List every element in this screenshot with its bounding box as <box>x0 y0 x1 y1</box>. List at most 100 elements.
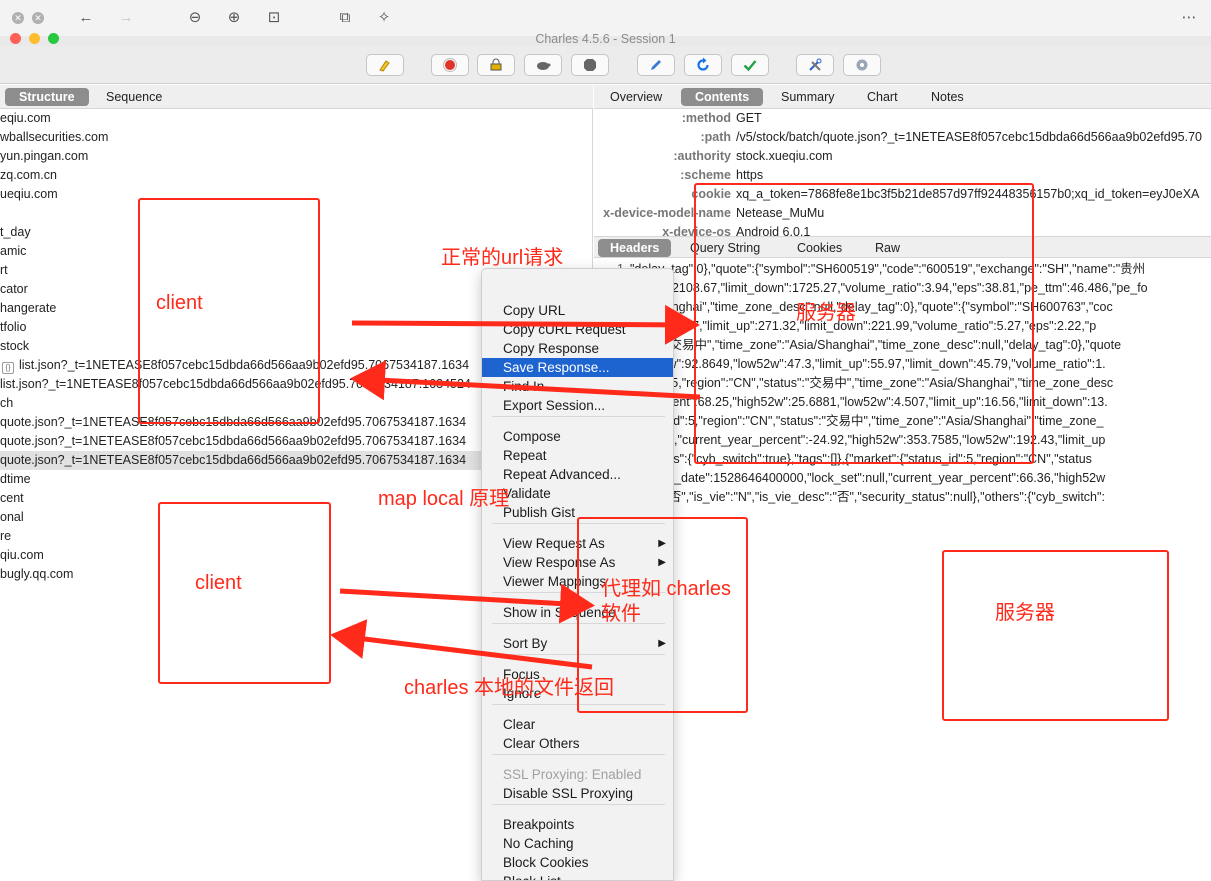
client-label-top: client <box>156 292 203 314</box>
window-title: Charles 4.5.6 - Session 1 <box>535 32 676 44</box>
turtle-icon[interactable] <box>524 54 562 76</box>
menu-item[interactable]: Repeat <box>482 446 673 465</box>
left-tab-bar: Structure Sequence <box>0 85 593 109</box>
rotate-icon[interactable]: ⧉ <box>336 9 354 27</box>
menu-item-label: Compose <box>503 429 561 444</box>
right-tab-bar: Overview Contents Summary Chart Notes <box>594 85 1211 109</box>
header-row[interactable]: :authority stock.xueqiu.com <box>594 147 1211 166</box>
menu-item[interactable]: Find In <box>482 377 673 396</box>
proxy-label-line2: 软件 <box>601 603 641 625</box>
close-icon[interactable]: ✕ <box>32 12 44 24</box>
tree-row[interactable]: yun.pingan.com <box>0 147 593 166</box>
header-row[interactable]: :method GET <box>594 109 1211 128</box>
tree-row-label: re <box>0 529 12 543</box>
json-file-icon: {} <box>2 362 14 374</box>
check-icon[interactable] <box>731 54 769 76</box>
menu-item[interactable]: Copy URL <box>482 301 673 320</box>
menu-item-label: Block Cookies <box>503 855 589 870</box>
tree-row[interactable]: zq.com.cn <box>0 166 593 185</box>
menu-item[interactable]: Block Cookies <box>482 853 673 872</box>
menu-item: SSL Proxying: Enabled <box>482 765 673 784</box>
throttle-icon[interactable] <box>477 54 515 76</box>
map-local-label: map local 原理 <box>378 488 510 510</box>
menu-item-label: SSL Proxying: Enabled <box>503 767 642 782</box>
tree-row-label: ueqiu.com <box>0 187 58 201</box>
tree-row-label: cator <box>0 282 28 296</box>
client-label-bottom: client <box>195 572 242 594</box>
more-icon[interactable]: ⋯ <box>1180 9 1198 27</box>
charles-local-label: charles 本地的文件返回 <box>404 677 615 699</box>
header-value: /v5/stock/batch/quote.json?_t=1NETEASE8f… <box>736 130 1202 144</box>
back-arrow-icon[interactable]: ← <box>77 9 95 27</box>
viewer-toolbar: ✕ ✕ ← → ⊖ ⊕ ⊡ ⧉ ✧ ⋯ <box>0 0 1211 36</box>
menu-item[interactable]: Clear Others <box>482 734 673 753</box>
tab-summary[interactable]: Summary <box>767 88 848 106</box>
header-value: stock.xueqiu.com <box>736 149 833 163</box>
magic-wand-icon[interactable]: ✧ <box>375 9 393 27</box>
zoom-out-icon[interactable]: ⊖ <box>186 9 204 27</box>
tab-contents[interactable]: Contents <box>681 88 764 106</box>
client-box-bottom <box>158 502 331 684</box>
menu-item[interactable]: Disable SSL Proxying <box>482 784 673 803</box>
tree-row-label: bugly.qq.com <box>0 567 74 581</box>
menu-item-label: Validate <box>503 486 551 501</box>
forward-arrow-icon[interactable]: → <box>117 9 135 27</box>
gear-icon[interactable] <box>843 54 881 76</box>
tab-structure[interactable]: Structure <box>5 88 89 106</box>
menu-separator <box>492 754 665 755</box>
charles-toolbar <box>0 46 1211 84</box>
menu-item[interactable]: Clear <box>482 715 673 734</box>
tree-row-label: stock <box>0 339 30 353</box>
body-text: 2,"issue_date":1528646400000,"lock_set":… <box>630 471 1106 485</box>
close-icon[interactable]: ✕ <box>12 12 24 24</box>
tree-row-label: yun.pingan.com <box>0 149 89 163</box>
tab-sequence[interactable]: Sequence <box>92 88 176 106</box>
tree-row-label: ch <box>0 396 14 410</box>
tree-row-label: t_day <box>0 225 31 239</box>
tools-icon[interactable] <box>796 54 834 76</box>
tree-row-label: quote.json?_t=1NETEASE8f057cebc15dbda66d… <box>0 453 467 467</box>
menu-item[interactable]: Copy cURL Request <box>482 320 673 339</box>
body-text: desc":"否","is_vie":"N","is_vie_desc":"否"… <box>630 490 1105 504</box>
broom-icon[interactable] <box>366 54 404 76</box>
normal-request-label: 正常的url请求 <box>441 247 564 269</box>
menu-item-label: No Caching <box>503 836 574 851</box>
tab-chart[interactable]: Chart <box>853 88 912 106</box>
server-label-right: 服务器 <box>995 602 1055 624</box>
header-key: :path <box>700 130 731 144</box>
menu-item[interactable]: Save Response... <box>482 358 673 377</box>
record-icon[interactable] <box>431 54 469 76</box>
tab-notes[interactable]: Notes <box>917 88 978 106</box>
pen-icon[interactable] <box>637 54 675 76</box>
menu-item[interactable]: Breakpoints <box>482 815 673 834</box>
menu-item[interactable]: Block List <box>482 872 673 880</box>
tree-row[interactable]: eqiu.com <box>0 109 593 128</box>
menu-item[interactable]: No Caching <box>482 834 673 853</box>
menu-item-label: Copy cURL Request <box>503 322 626 337</box>
fit-icon[interactable]: ⊡ <box>265 9 283 27</box>
zoom-in-icon[interactable]: ⊕ <box>225 9 243 27</box>
server-box-top <box>694 183 1034 464</box>
tree-row-label: zq.com.cn <box>0 168 57 182</box>
tab-headers[interactable]: Headers <box>598 239 672 257</box>
tab-overview[interactable]: Overview <box>596 88 676 106</box>
menu-item-label: Repeat <box>503 448 547 463</box>
header-value: GET <box>736 111 762 125</box>
refresh-icon[interactable] <box>684 54 722 76</box>
menu-item[interactable]: Repeat Advanced... <box>482 465 673 484</box>
menu-item-label: Sort By <box>503 636 548 651</box>
menu-item[interactable]: Copy Response <box>482 339 673 358</box>
tree-row-label: dtime <box>0 472 31 486</box>
tree-row-label: hangerate <box>0 301 57 315</box>
stop-icon[interactable] <box>571 54 609 76</box>
tree-row[interactable]: wballsecurities.com <box>0 128 593 147</box>
menu-item[interactable]: Validate <box>482 484 673 503</box>
menu-item-label: Breakpoints <box>503 817 575 832</box>
menu-item[interactable]: Compose <box>482 427 673 446</box>
menu-item[interactable]: Export Session... <box>482 396 673 415</box>
menu-item-label: Publish Gist <box>503 505 576 520</box>
header-row[interactable]: :path/v5/stock/batch/quote.json?_t=1NETE… <box>594 128 1211 147</box>
tree-row-label: rt <box>0 263 8 277</box>
proxy-label-line1: 代理如 charles <box>601 578 732 600</box>
menu-separator <box>492 416 665 417</box>
